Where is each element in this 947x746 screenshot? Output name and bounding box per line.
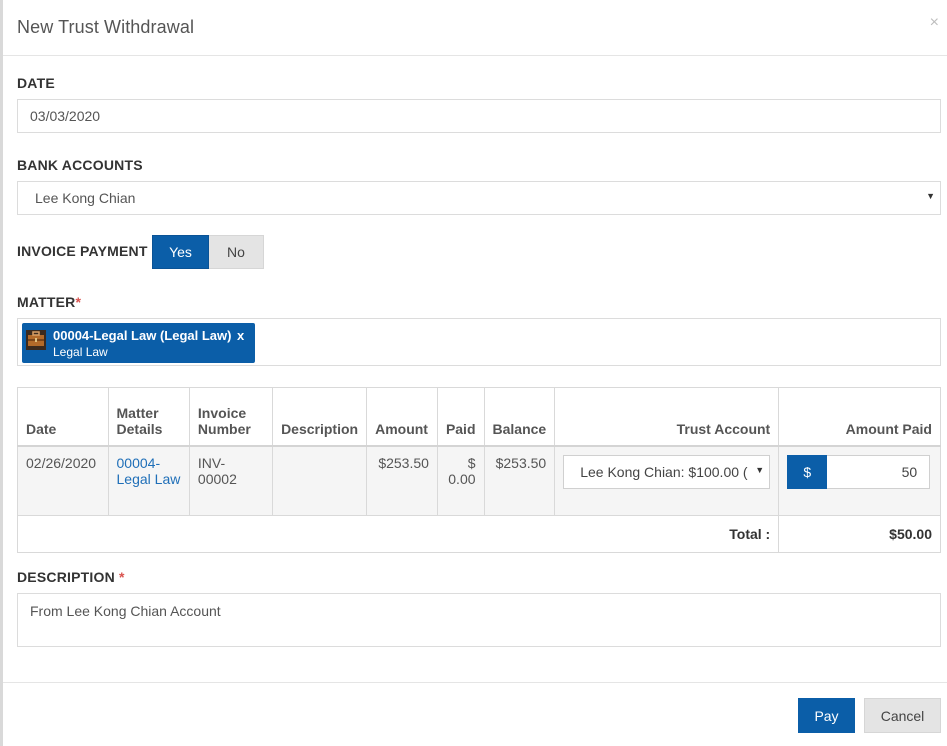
- description-textarea[interactable]: From Lee Kong Chian Account: [17, 593, 941, 647]
- matter-chip: 00004-Legal Law (Legal Law) Legal Law x: [22, 323, 255, 363]
- cell-trust-account: Lee Kong Chian: $100.00 ( ▼: [554, 445, 780, 516]
- footer-divider: [3, 682, 947, 683]
- cell-amount: $253.50: [366, 445, 438, 516]
- remove-matter-button[interactable]: x: [237, 328, 244, 343]
- table-header-row: Date Matter Details Invoice Number Descr…: [17, 387, 941, 447]
- cancel-button[interactable]: Cancel: [864, 698, 941, 733]
- bank-accounts-label: BANK ACCOUNTS: [17, 157, 143, 173]
- cell-description: [272, 445, 368, 516]
- required-mark: *: [118, 569, 125, 585]
- col-header-paid[interactable]: Paid: [436, 387, 485, 447]
- amount-paid-input[interactable]: 50: [827, 454, 931, 489]
- cell-paid: $ 0.00: [436, 445, 485, 516]
- matter-link[interactable]: 00004-Legal Law: [117, 455, 181, 487]
- description-label-text: DESCRIPTION: [17, 569, 115, 585]
- matter-chip-title: 00004-Legal Law (Legal Law): [53, 328, 232, 343]
- matter-label: MATTER*: [17, 294, 81, 310]
- matter-label-text: MATTER: [17, 294, 76, 310]
- table-row: 02/26/2020 00004-Legal Law INV-00002 $25…: [17, 445, 941, 516]
- col-header-amount[interactable]: Amount: [366, 387, 438, 447]
- trust-account-select[interactable]: Lee Kong Chian: $100.00 ( ▼: [563, 454, 771, 489]
- total-value: $50.00: [889, 526, 932, 542]
- col-header-description[interactable]: Description: [272, 387, 368, 447]
- description-label: DESCRIPTION *: [17, 569, 125, 585]
- date-label: DATE: [17, 75, 55, 91]
- close-icon[interactable]: ×: [930, 15, 939, 31]
- date-value: 03/03/2020: [30, 108, 101, 124]
- dollar-addon-icon: $: [787, 454, 828, 489]
- total-label: Total :: [729, 526, 771, 542]
- col-header-invoice-number[interactable]: Invoice Number: [188, 387, 274, 447]
- required-mark: *: [75, 294, 82, 310]
- bank-accounts-value: Lee Kong Chian: [35, 190, 136, 206]
- matter-chip-subtitle: Legal Law: [53, 345, 108, 359]
- matter-select[interactable]: 00004-Legal Law (Legal Law) Legal Law x: [17, 318, 941, 366]
- dialog-title: New Trust Withdrawal: [17, 17, 195, 37]
- chevron-down-icon: ▼: [753, 464, 765, 475]
- invoice-payment-toggle: Yes No: [152, 235, 264, 269]
- briefcase-icon: [26, 330, 46, 350]
- invoice-payment-yes-button[interactable]: Yes: [152, 235, 209, 269]
- cell-invoice-number: INV-00002: [188, 445, 274, 516]
- invoice-payment-label: INVOICE PAYMENT: [17, 243, 148, 259]
- description-value: From Lee Kong Chian Account: [30, 603, 221, 619]
- bank-accounts-select[interactable]: Lee Kong Chian ▼: [17, 181, 941, 215]
- col-header-balance[interactable]: Balance: [483, 387, 556, 447]
- trust-withdrawal-dialog: New Trust Withdrawal × DATE 03/03/2020 B…: [3, 0, 947, 746]
- total-label-cell: Total :: [16, 515, 780, 553]
- total-value-cell: $50.00: [778, 515, 941, 553]
- col-header-amount-paid[interactable]: Amount Paid: [778, 387, 941, 447]
- dialog-header: New Trust Withdrawal ×: [3, 0, 947, 56]
- invoice-table: Date Matter Details Invoice Number Descr…: [16, 387, 941, 553]
- cell-matter-details: 00004-Legal Law: [107, 445, 190, 516]
- trust-account-value: Lee Kong Chian: $100.00 (: [580, 463, 748, 480]
- total-row: Total : $50.00: [16, 515, 941, 553]
- col-header-date[interactable]: Date: [17, 387, 109, 447]
- cell-amount-paid: $ 50: [778, 445, 941, 516]
- cell-balance: $253.50: [483, 445, 556, 516]
- date-field[interactable]: 03/03/2020: [17, 99, 941, 133]
- invoice-payment-no-button[interactable]: No: [209, 235, 264, 269]
- cell-date: 02/26/2020: [17, 445, 109, 516]
- pay-button[interactable]: Pay: [798, 698, 855, 733]
- chevron-down-icon: ▼: [926, 191, 935, 201]
- amount-paid-group: $ 50: [787, 454, 931, 489]
- col-header-trust-account[interactable]: Trust Account: [554, 387, 780, 447]
- col-header-matter-details[interactable]: Matter Details: [107, 387, 190, 447]
